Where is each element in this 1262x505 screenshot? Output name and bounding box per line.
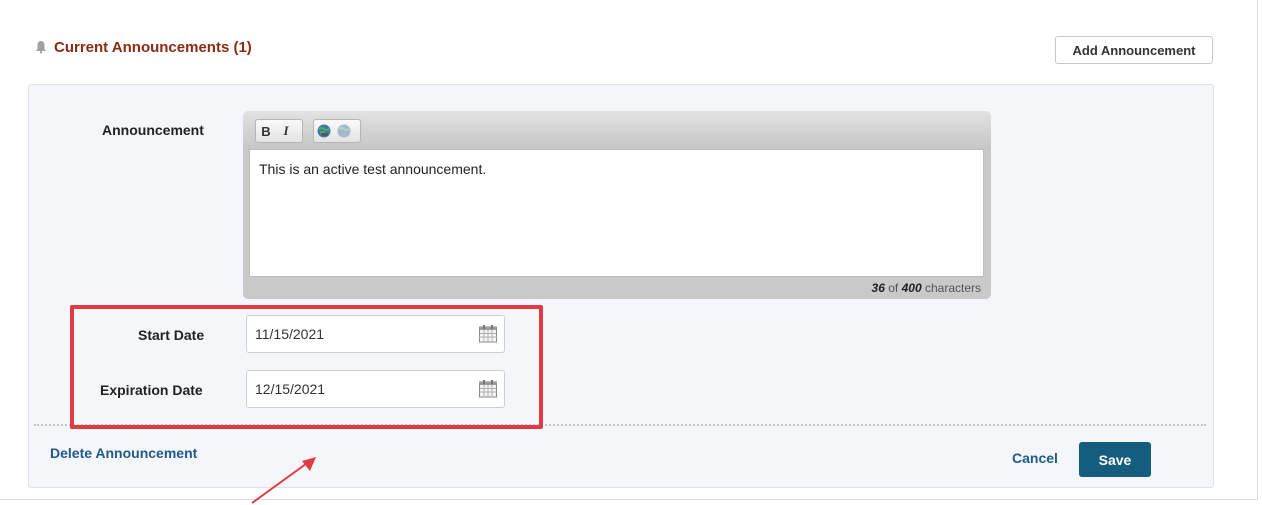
character-max: 400 xyxy=(901,281,922,295)
announcement-label: Announcement xyxy=(102,122,204,138)
delete-announcement-link[interactable]: Delete Announcement xyxy=(50,445,197,461)
bell-icon xyxy=(34,40,48,54)
rich-text-editor: B I This is an active test announcement. xyxy=(243,111,991,299)
unlink-icon[interactable] xyxy=(334,120,354,142)
cancel-link[interactable]: Cancel xyxy=(1012,450,1058,466)
highlight-box xyxy=(70,305,543,429)
link-button-group xyxy=(313,119,361,143)
add-announcement-button[interactable]: Add Announcement xyxy=(1055,36,1213,64)
link-icon[interactable] xyxy=(314,120,334,142)
page-title: Current Announcements (1) xyxy=(54,38,252,56)
italic-button[interactable]: I xyxy=(276,120,296,142)
save-button[interactable]: Save xyxy=(1079,442,1151,477)
format-button-group: B I xyxy=(255,119,303,143)
character-count: 36 xyxy=(871,281,885,295)
announcements-header: Current Announcements (1) xyxy=(34,36,252,58)
character-suffix: characters xyxy=(924,281,981,295)
character-count-of: of xyxy=(888,281,899,295)
announcement-textarea[interactable]: This is an active test announcement. xyxy=(249,149,984,277)
character-counter: 36 of 400 characters xyxy=(872,281,981,295)
bold-button[interactable]: B xyxy=(256,120,276,142)
editor-toolbar: B I xyxy=(243,111,991,149)
annotation-arrow-icon xyxy=(251,457,316,504)
